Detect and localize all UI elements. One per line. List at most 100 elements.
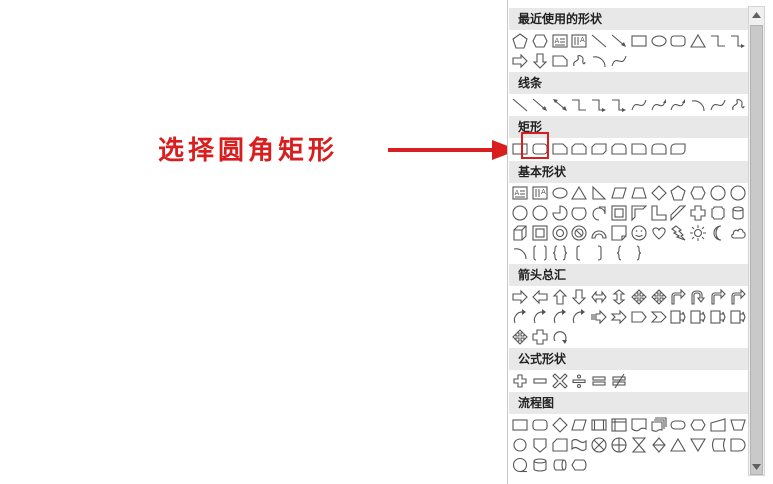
flowchart-card-icon[interactable]	[550, 435, 570, 455]
elbow-connector-icon[interactable]	[569, 95, 589, 115]
up-down-arrow-icon[interactable]	[609, 287, 629, 307]
bevel-icon[interactable]	[530, 223, 550, 243]
curved-arrow-connector-icon[interactable]	[649, 95, 669, 115]
flowchart-manual-input-icon[interactable]	[708, 415, 728, 435]
vertical-text-box-icon[interactable]: A	[530, 183, 550, 203]
pentagon-arrow-icon[interactable]	[629, 307, 649, 327]
bent-up-arrow-icon[interactable]	[728, 287, 748, 307]
flowchart-sort-icon[interactable]	[649, 435, 669, 455]
hexagon-icon[interactable]	[688, 183, 708, 203]
cloud-icon[interactable]	[728, 223, 748, 243]
freeform-curve-icon[interactable]	[609, 51, 629, 71]
half-frame-icon[interactable]	[629, 203, 649, 223]
notched-right-arrow-icon[interactable]	[609, 307, 629, 327]
flowchart-terminator-icon[interactable]	[668, 415, 688, 435]
flowchart-collate-icon[interactable]	[629, 435, 649, 455]
curved-left-arrow-icon[interactable]	[530, 307, 550, 327]
line-icon[interactable]	[589, 31, 609, 51]
flowchart-data-icon[interactable]	[569, 415, 589, 435]
flowchart-predefined-process-icon[interactable]	[589, 415, 609, 435]
right-arrow-icon[interactable]	[510, 51, 530, 71]
text-box-icon[interactable]: A	[550, 31, 570, 51]
round-single-corner-icon[interactable]	[629, 139, 649, 159]
heptagon-icon[interactable]	[708, 183, 728, 203]
flowchart-alternate-process-icon[interactable]	[530, 415, 550, 435]
flowchart-multidocument-icon[interactable]	[649, 415, 669, 435]
curve-icon[interactable]	[688, 95, 708, 115]
right-bracket-icon[interactable]	[589, 243, 609, 263]
scroll-up-button[interactable]	[749, 7, 764, 23]
quad-arrow-callout-icon[interactable]	[530, 327, 550, 347]
scribble-icon[interactable]	[728, 95, 748, 115]
flowchart-extract-icon[interactable]	[668, 435, 688, 455]
arc-icon[interactable]	[510, 243, 530, 263]
rounded-rectangle-icon[interactable]	[668, 31, 688, 51]
curved-double-arrow-icon[interactable]	[668, 95, 688, 115]
trapezoid-icon[interactable]	[629, 183, 649, 203]
flowchart-magnetic-disk-icon[interactable]	[530, 455, 550, 475]
left-arrow-icon[interactable]	[530, 287, 550, 307]
hexagon-icon[interactable]	[530, 31, 550, 51]
left-brace-icon[interactable]	[609, 243, 629, 263]
no-symbol-icon[interactable]	[569, 223, 589, 243]
vertical-text-box-icon[interactable]: A	[569, 31, 589, 51]
flowchart-display-icon[interactable]	[569, 455, 589, 475]
oval-icon[interactable]	[550, 183, 570, 203]
elbow-double-arrow-icon[interactable]	[609, 95, 629, 115]
up-arrow-callout-icon[interactable]	[728, 307, 748, 327]
snip-diagonal-icon[interactable]	[589, 139, 609, 159]
line-icon[interactable]	[510, 95, 530, 115]
triangle-icon[interactable]	[688, 31, 708, 51]
teardrop-icon[interactable]	[589, 203, 609, 223]
plus-icon[interactable]	[510, 371, 530, 391]
donut-icon[interactable]	[550, 223, 570, 243]
flowchart-preparation-icon[interactable]	[688, 415, 708, 435]
minus-icon[interactable]	[530, 371, 550, 391]
left-right-arrow-icon[interactable]	[589, 287, 609, 307]
pentagon-icon[interactable]	[510, 31, 530, 51]
left-up-arrow-icon[interactable]	[708, 287, 728, 307]
flowchart-merge-icon[interactable]	[688, 435, 708, 455]
flowchart-connector-icon[interactable]	[510, 435, 530, 455]
sun-icon[interactable]	[688, 223, 708, 243]
scroll-down-button[interactable]	[749, 459, 764, 475]
snip-single-corner-icon[interactable]	[550, 139, 570, 159]
striped-right-arrow-icon[interactable]	[589, 307, 609, 327]
down-arrow-callout-icon[interactable]	[688, 307, 708, 327]
double-arrow-line-icon[interactable]	[550, 95, 570, 115]
diagonal-stripe-icon[interactable]	[668, 203, 688, 223]
flowchart-offpage-connector-icon[interactable]	[530, 435, 550, 455]
flowchart-document-icon[interactable]	[629, 415, 649, 435]
parallelogram-icon[interactable]	[609, 183, 629, 203]
flowchart-manual-operation-icon[interactable]	[728, 415, 748, 435]
flowchart-or-icon[interactable]	[609, 435, 629, 455]
left-right-up-arrow-icon[interactable]	[649, 287, 669, 307]
lightning-bolt-icon[interactable]	[668, 223, 688, 243]
dodecagon-icon[interactable]	[530, 203, 550, 223]
curved-connector-icon[interactable]	[629, 95, 649, 115]
elbow-arrow-connector-icon[interactable]	[589, 95, 609, 115]
text-box-icon[interactable]: A	[510, 183, 530, 203]
divide-icon[interactable]	[569, 371, 589, 391]
flowchart-process-icon[interactable]	[510, 415, 530, 435]
round-diagonal-icon[interactable]	[668, 139, 688, 159]
frame-icon[interactable]	[609, 203, 629, 223]
isosceles-triangle-icon[interactable]	[569, 183, 589, 203]
flowchart-sequential-access-icon[interactable]	[510, 455, 530, 475]
curved-down-arrow-icon[interactable]	[569, 307, 589, 327]
chord-icon[interactable]	[569, 203, 589, 223]
rectangle-icon[interactable]	[629, 31, 649, 51]
flowchart-direct-access-icon[interactable]	[550, 455, 570, 475]
flowchart-delay-icon[interactable]	[728, 435, 748, 455]
arrow-line-icon[interactable]	[530, 95, 550, 115]
smiley-face-icon[interactable]	[629, 223, 649, 243]
curved-right-arrow-icon[interactable]	[510, 307, 530, 327]
bent-arrow-icon[interactable]	[668, 287, 688, 307]
scrollbar[interactable]	[748, 6, 765, 476]
block-arc-icon[interactable]	[589, 223, 609, 243]
u-turn-arrow-icon[interactable]	[688, 287, 708, 307]
flowchart-stored-data-icon[interactable]	[708, 435, 728, 455]
flowchart-decision-icon[interactable]	[550, 415, 570, 435]
plaque-icon[interactable]	[708, 203, 728, 223]
flowchart-punched-tape-icon[interactable]	[569, 435, 589, 455]
